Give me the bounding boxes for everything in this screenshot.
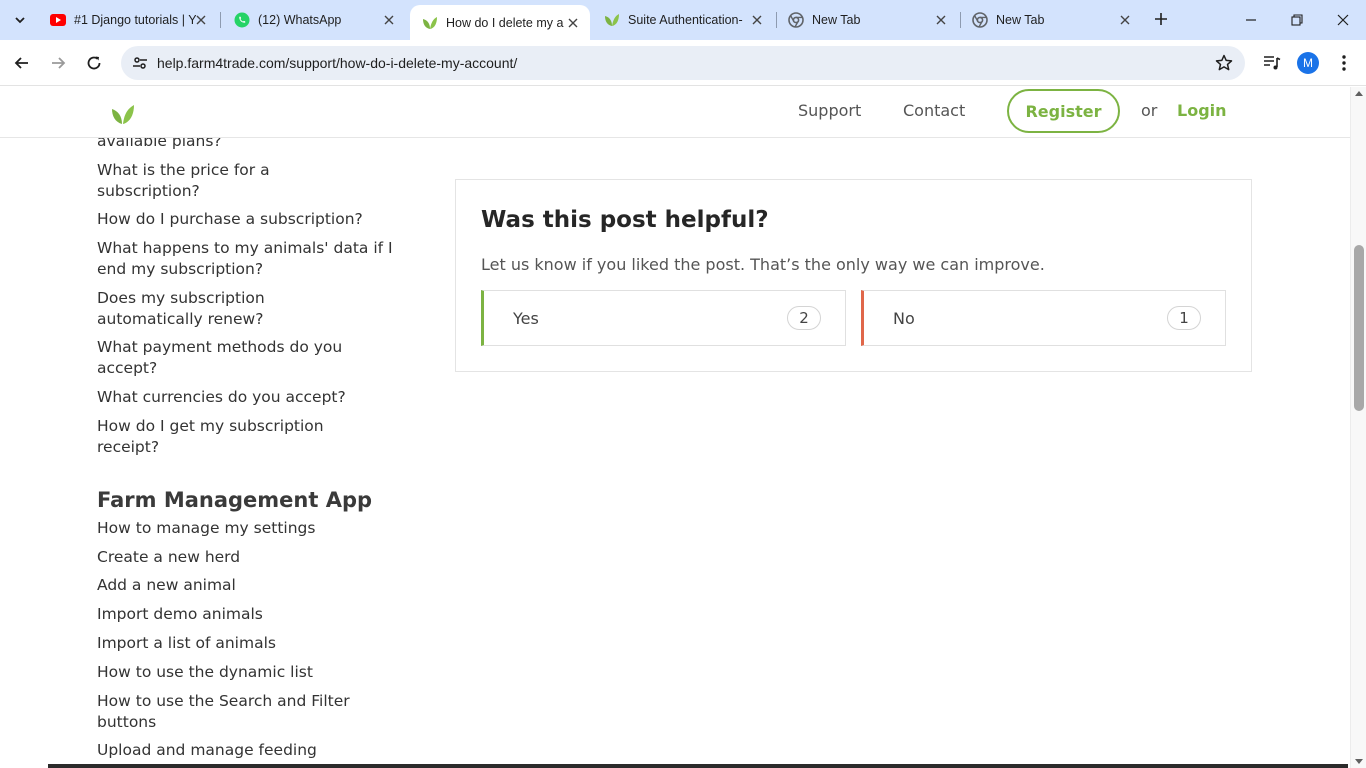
browser-tab-bar: #1 Django tutorials | Y (12) WhatsApp Ho… — [0, 0, 1366, 40]
sidebar-link-demo-animals[interactable]: Import demo animals — [97, 604, 397, 625]
restore-button[interactable] — [1274, 0, 1320, 40]
new-tab-button[interactable] — [1149, 7, 1173, 31]
page-viewport: Support Contact Register or Login availa… — [0, 87, 1350, 768]
farm4trade-logo[interactable] — [110, 103, 136, 125]
site-header: Support Contact Register or Login — [0, 87, 1350, 138]
bookmark-star-icon[interactable] — [1213, 52, 1235, 74]
arrow-right-icon — [52, 57, 66, 69]
close-icon[interactable] — [748, 11, 766, 29]
restore-icon — [1291, 14, 1303, 26]
close-icon[interactable] — [564, 14, 582, 32]
vote-yes-button[interactable]: Yes 2 — [481, 290, 846, 346]
sidebar-link-subscription-receipt[interactable]: How do I get my subscription receipt? — [97, 416, 357, 458]
sidebar-link-purchase-subscription[interactable]: How do I purchase a subscription? — [97, 209, 397, 230]
vote-yes-count: 2 — [787, 306, 821, 330]
arrow-left-icon — [14, 57, 28, 69]
sidebar-link-new-animal[interactable]: Add a new animal — [97, 575, 397, 596]
whatsapp-icon — [234, 12, 250, 28]
reload-icon — [87, 56, 101, 70]
scroll-down-arrow-icon[interactable] — [1355, 759, 1363, 764]
leaf-logo-icon — [112, 105, 134, 124]
taskbar-edge — [48, 764, 1348, 768]
sidebar-link-search-filter[interactable]: How to use the Search and Filter buttons — [97, 691, 397, 733]
chevron-down-icon — [15, 17, 25, 24]
tab-how-do-i-delete-my-account[interactable]: How do I delete my a — [410, 5, 590, 40]
reload-button[interactable] — [80, 49, 108, 77]
tab-new-tab-1[interactable]: New Tab — [776, 0, 958, 40]
section-title-farm-management-app: Farm Management App — [97, 488, 373, 512]
page-scrollbar[interactable] — [1350, 87, 1366, 768]
tab-suite-authentication[interactable]: Suite Authentication- — [592, 0, 774, 40]
vote-yes-label: Yes — [513, 308, 539, 328]
sidebar-link-currencies[interactable]: What currencies do you accept? — [97, 387, 397, 408]
tab-separator — [220, 12, 221, 28]
url-text[interactable]: help.farm4trade.com/support/how-do-i-del… — [157, 55, 517, 71]
back-button[interactable] — [8, 49, 36, 77]
feedback-subtitle: Let us know if you liked the post. That’… — [481, 255, 1045, 274]
sidebar-link-new-herd[interactable]: Create a new herd — [97, 547, 397, 568]
farm4trade-leaf-icon — [604, 12, 620, 28]
feedback-card: Was this post helpful? Let us know if yo… — [455, 179, 1252, 372]
sidebar-link-import-list[interactable]: Import a list of animals — [97, 633, 397, 654]
tab-whatsapp[interactable]: (12) WhatsApp — [222, 0, 406, 40]
close-icon[interactable] — [932, 11, 950, 29]
login-link[interactable]: Login — [1177, 101, 1227, 120]
tab-search-button[interactable] — [6, 6, 34, 34]
sidebar-link-subscription-price[interactable]: What is the price for a subscription? — [97, 160, 317, 202]
sidebar-link-auto-renew[interactable]: Does my subscription automatically renew… — [97, 288, 317, 330]
forward-button[interactable] — [44, 49, 72, 77]
profile-initial: M — [1303, 56, 1313, 70]
close-icon — [1337, 14, 1349, 26]
scrollbar-thumb[interactable] — [1354, 245, 1364, 411]
minimize-button[interactable] — [1228, 0, 1274, 40]
feedback-title: Was this post helpful? — [481, 207, 769, 233]
sidebar-link-dynamic-list[interactable]: How to use the dynamic list — [97, 662, 397, 683]
nav-support[interactable]: Support — [798, 101, 861, 120]
scroll-up-arrow-icon[interactable] — [1355, 91, 1363, 96]
tab-new-tab-2[interactable]: New Tab — [960, 0, 1142, 40]
plus-icon — [1155, 13, 1167, 25]
kebab-menu-icon — [1342, 55, 1346, 71]
browser-menu-button[interactable] — [1332, 51, 1356, 75]
close-icon[interactable] — [380, 11, 398, 29]
chrome-icon — [972, 12, 988, 28]
sidebar-link-animals-data[interactable]: What happens to my animals' data if I en… — [97, 238, 397, 280]
minimize-icon — [1246, 19, 1256, 21]
sidebar-link-manage-settings[interactable]: How to manage my settings — [97, 518, 397, 539]
tab-django-tutorials[interactable]: #1 Django tutorials | Y — [38, 0, 218, 40]
youtube-icon — [50, 12, 66, 28]
browser-toolbar: help.farm4trade.com/support/how-do-i-del… — [0, 40, 1366, 86]
sidebar-link-payment-methods[interactable]: What payment methods do you accept? — [97, 337, 372, 379]
vote-no-label: No — [893, 308, 915, 328]
vote-no-button[interactable]: No 1 — [861, 290, 1226, 346]
close-icon[interactable] — [192, 11, 210, 29]
address-bar[interactable]: help.farm4trade.com/support/how-do-i-del… — [121, 46, 1245, 80]
nav-contact[interactable]: Contact — [903, 101, 965, 120]
vote-no-count: 1 — [1167, 306, 1201, 330]
profile-avatar[interactable]: M — [1297, 52, 1319, 74]
media-control-icon[interactable] — [1260, 51, 1284, 75]
site-settings-icon[interactable] — [128, 51, 152, 75]
window-close-button[interactable] — [1320, 0, 1366, 40]
chrome-icon — [788, 12, 804, 28]
close-icon[interactable] — [1116, 11, 1134, 29]
or-text: or — [1141, 101, 1158, 120]
register-button[interactable]: Register — [1007, 89, 1120, 133]
sidebar-link-feeding[interactable]: Upload and manage feeding — [97, 740, 397, 761]
farm4trade-leaf-icon — [422, 15, 438, 31]
